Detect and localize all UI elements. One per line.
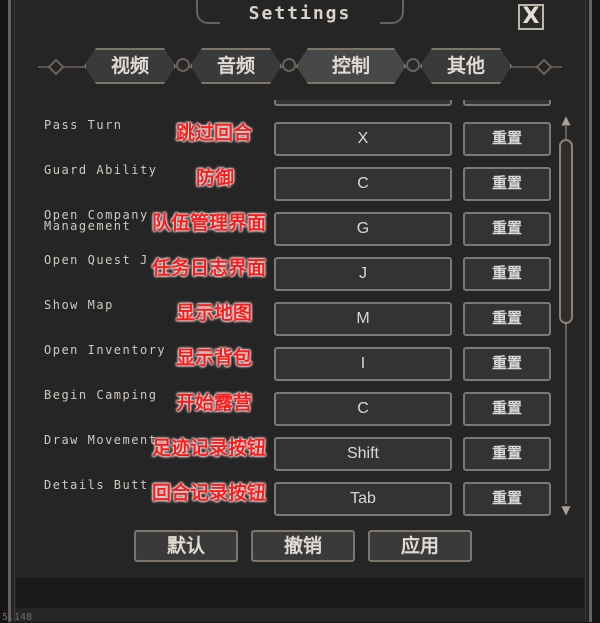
binding-annotation: 显示地图 — [176, 302, 253, 324]
reset-button[interactable]: 重置 — [463, 122, 551, 156]
binding-annotation: 回合记录按钮 — [152, 482, 267, 504]
key-button[interactable]: I — [274, 347, 452, 381]
binding-action-label: Show Map — [44, 298, 114, 312]
binding-annotation: 显示背包 — [176, 347, 253, 369]
binding-annotation: 足迹记录按钮 — [152, 437, 267, 459]
binding-annotation: 队伍管理界面 — [152, 212, 267, 234]
scrollbar-thumb[interactable] — [559, 139, 573, 324]
reset-button[interactable]: 重置 — [463, 482, 551, 516]
key-button[interactable]: C — [274, 167, 452, 201]
binding-action-label: Begin Camping — [44, 388, 158, 402]
binding-annotation: 跳过回合 — [176, 122, 253, 144]
key-button[interactable]: Shift — [274, 437, 452, 471]
binding-row-quest-journal: Open Quest J 任务日志界面 J 重置 — [30, 253, 554, 291]
title-bar: Settings — [196, 0, 404, 30]
window-title: Settings — [248, 3, 352, 24]
binding-row-open-inventory: Open Inventory 显示背包 I 重置 — [30, 343, 554, 381]
key-button[interactable]: J — [274, 257, 452, 291]
binding-annotation: 开始露营 — [176, 392, 253, 414]
reset-button[interactable]: 重置 — [463, 302, 551, 336]
binding-row-guard-ability: Guard Ability 防御 C 重置 — [30, 163, 554, 201]
close-button[interactable]: X — [518, 4, 544, 30]
key-button[interactable]: G — [274, 212, 452, 246]
reset-button[interactable]: 重置 — [463, 437, 551, 471]
tab-controls[interactable]: 控制 — [296, 48, 406, 84]
binding-row-begin-camping: Begin Camping 开始露营 C 重置 — [30, 388, 554, 426]
key-button[interactable]: C — [274, 392, 452, 426]
key-button[interactable]: X — [274, 122, 452, 156]
reset-button[interactable]: 重置 — [463, 392, 551, 426]
tab-link-icon — [406, 58, 420, 72]
keybinding-list: Pass Turn 跳过回合 X 重置 Guard Ability 防御 C 重… — [30, 100, 554, 522]
binding-row-draw-movement: Draw Movement 足迹记录按钮 Shift 重置 — [30, 433, 554, 471]
binding-annotation: 防御 — [196, 167, 235, 189]
binding-row-company-management: Open Company Management 队伍管理界面 G 重置 — [30, 208, 554, 246]
binding-row-show-map: Show Map 显示地图 M 重置 — [30, 298, 554, 336]
key-button[interactable]: M — [274, 302, 452, 336]
reset-button[interactable]: 重置 — [463, 212, 551, 246]
footer-bar — [16, 578, 584, 608]
binding-row-pass-turn: Pass Turn 跳过回合 X 重置 — [30, 118, 554, 156]
binding-action-label: Guard Ability — [44, 163, 158, 177]
tab-link-icon — [176, 58, 190, 72]
key-button-partial[interactable] — [274, 100, 452, 106]
version-text: 5.148 — [2, 612, 33, 623]
reset-button[interactable]: 重置 — [463, 167, 551, 201]
tab-link-icon — [282, 58, 296, 72]
reset-button[interactable]: 重置 — [463, 347, 551, 381]
binding-action-label: Open Inventory — [44, 343, 167, 357]
binding-action-label: Pass Turn — [44, 118, 123, 132]
scroll-down-icon[interactable]: ▼ — [558, 502, 574, 518]
tab-other[interactable]: 其他 — [420, 48, 512, 84]
binding-row-details-button: Details Butt 回合记录按钮 Tab 重置 — [30, 478, 554, 516]
title-ornament-right — [380, 0, 404, 24]
key-button[interactable]: Tab — [274, 482, 452, 516]
reset-button[interactable]: 重置 — [463, 257, 551, 291]
binding-annotation: 任务日志界面 — [152, 257, 267, 279]
tab-audio[interactable]: 音频 — [190, 48, 282, 84]
cancel-button[interactable]: 撤销 — [251, 530, 355, 562]
default-button[interactable]: 默认 — [134, 530, 238, 562]
reset-button-partial[interactable] — [463, 100, 551, 106]
tab-video[interactable]: 视频 — [84, 48, 176, 84]
apply-button[interactable]: 应用 — [368, 530, 472, 562]
scrollbar[interactable]: ▲ ▼ — [556, 112, 576, 518]
close-icon: X — [522, 4, 540, 29]
